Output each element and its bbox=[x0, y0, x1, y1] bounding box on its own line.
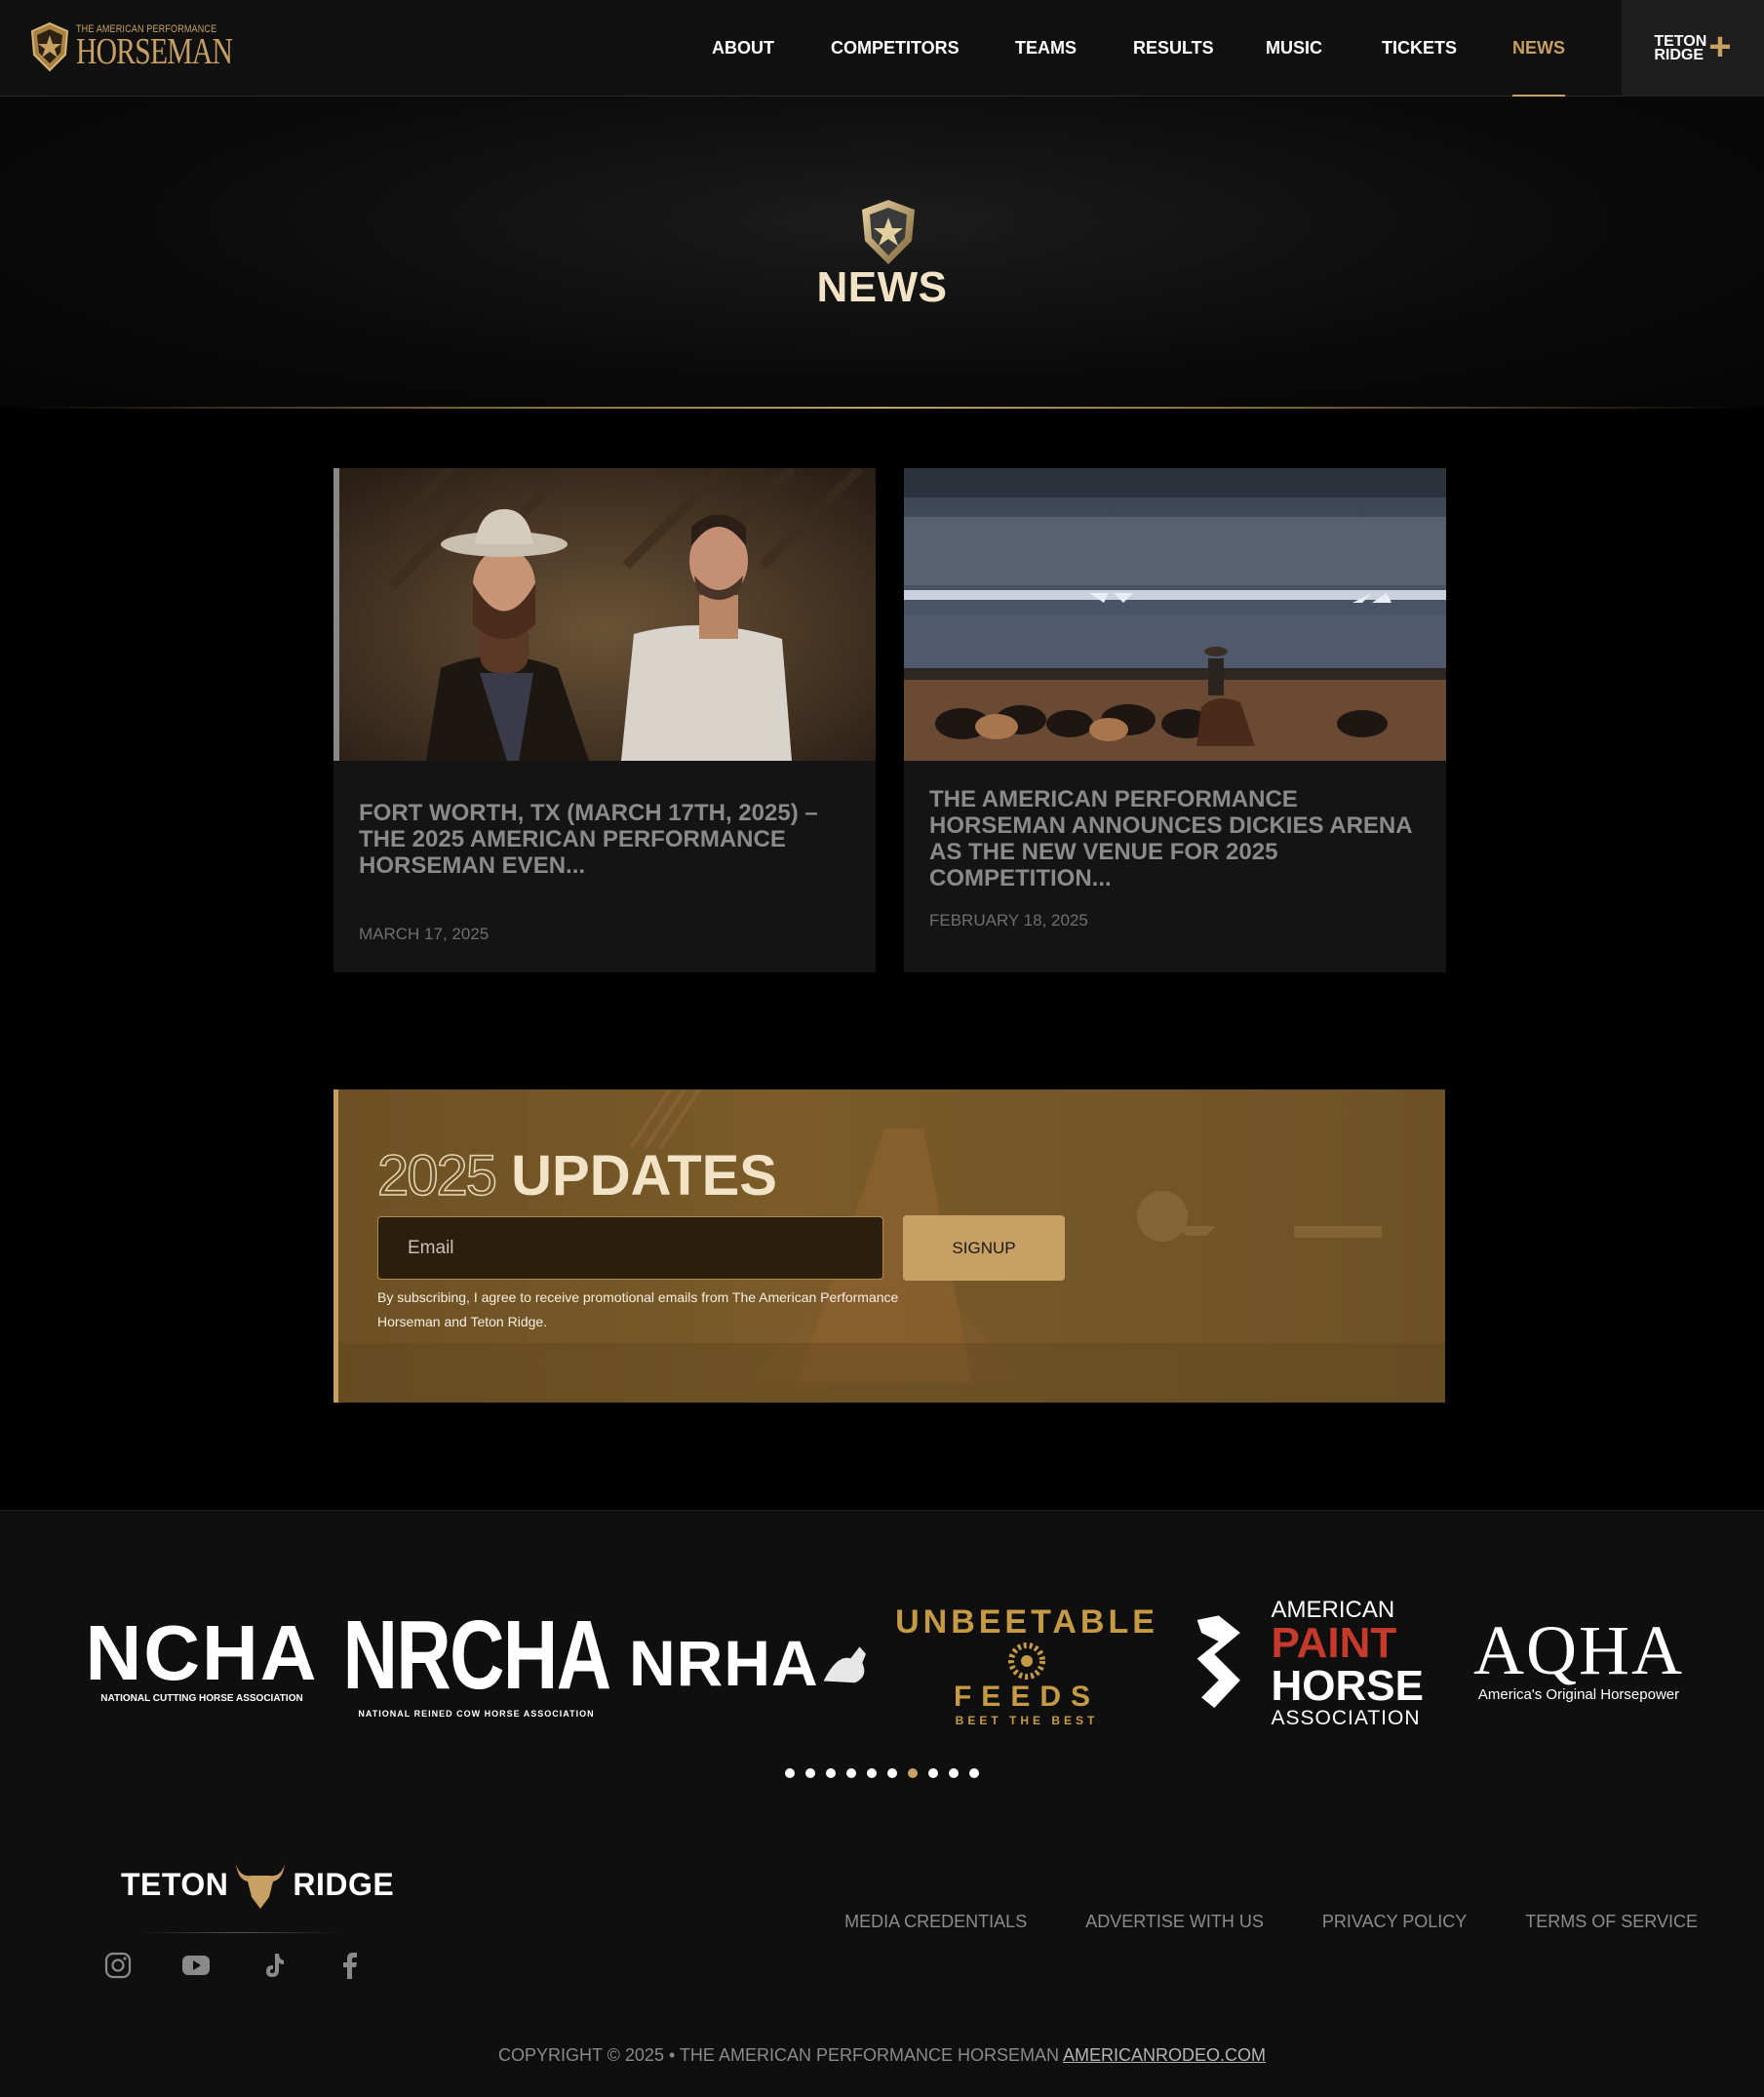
partner-logo-nrha[interactable]: NRHA bbox=[629, 1624, 873, 1702]
teton-ridge-plus-button[interactable]: TETON RIDGE + bbox=[1622, 0, 1764, 97]
copyright-link[interactable]: AMERICANRODEO.COM bbox=[1063, 2045, 1266, 2065]
news-card[interactable]: FORT WORTH, TX (MARCH 17TH, 2025) –THE 2… bbox=[333, 468, 876, 972]
partner-name: AQHA bbox=[1473, 1610, 1684, 1689]
carousel-dot[interactable] bbox=[867, 1768, 877, 1778]
nav-music[interactable]: MUSIC bbox=[1266, 0, 1322, 97]
instagram-icon[interactable] bbox=[103, 1951, 133, 1980]
partner-logo-apha[interactable]: AMERICAN PAINT HORSE ASSOCIATION bbox=[1180, 1596, 1424, 1729]
teton-plus-line2: RIDGE bbox=[1654, 46, 1705, 63]
carousel-dot-active[interactable] bbox=[908, 1768, 918, 1778]
news-card-image[interactable] bbox=[904, 468, 1446, 761]
apha-mark-icon bbox=[1196, 1615, 1240, 1708]
footer-logo-left: TETON bbox=[121, 1866, 229, 1902]
portrait-photo bbox=[333, 468, 876, 761]
top-nav: THE AMERICAN PERFORMANCE HORSEMAN ABOUT … bbox=[0, 0, 1764, 97]
news-card-title[interactable]: FORT WORTH, TX (MARCH 17TH, 2025) –THE 2… bbox=[359, 800, 856, 879]
nav-competitors[interactable]: COMPETITORS bbox=[831, 0, 960, 97]
site-logo[interactable]: THE AMERICAN PERFORMANCE HORSEMAN bbox=[29, 21, 276, 72]
partner-subtitle: ASSOCIATION bbox=[1271, 1706, 1421, 1729]
partner-subtitle: NATIONAL REINED COW HORSE ASSOCIATION bbox=[358, 1709, 595, 1719]
legal-disclaimer: By subscribing, I agree to receive promo… bbox=[377, 1289, 899, 1329]
news-card-title[interactable]: THE AMERICAN PERFORMANCE HORSEMAN ANNOUN… bbox=[929, 786, 1427, 891]
bull-skull-icon bbox=[236, 1864, 286, 1909]
nav-tickets[interactable]: TICKETS bbox=[1382, 0, 1457, 97]
nav-news[interactable]: NEWS bbox=[1512, 0, 1565, 97]
partner-line3: HORSE bbox=[1271, 1661, 1424, 1710]
newsletter-signup: 2025 UPDATES SIGNUP By subscribing, I ag… bbox=[333, 1089, 1445, 1403]
news-card-image[interactable] bbox=[333, 468, 876, 761]
partner-logo-nrcha[interactable]: NRCHA NATIONAL REINED COW HORSE ASSOCIAT… bbox=[343, 1596, 611, 1724]
teton-ridge-logo[interactable]: TETON RIDGE bbox=[121, 1858, 394, 1911]
email-field[interactable] bbox=[377, 1216, 883, 1280]
divider bbox=[137, 1932, 341, 1933]
partner-subtitle: NATIONAL CUTTING HORSE ASSOCIATION bbox=[100, 1692, 303, 1704]
partner-line2: FEEDS bbox=[953, 1681, 1101, 1713]
carousel-dot[interactable] bbox=[949, 1768, 959, 1778]
logo-wordmark: HORSEMAN bbox=[76, 30, 233, 72]
partner-subtitle: America's Original Horsepower bbox=[1477, 1685, 1680, 1703]
footer-logo-right: RIDGE bbox=[293, 1866, 395, 1902]
horse-rider-icon bbox=[823, 1646, 866, 1683]
tiktok-icon[interactable] bbox=[259, 1951, 289, 1980]
shield-star-icon bbox=[30, 21, 69, 72]
partner-logo-unbeetable-feeds[interactable]: UNBEETABLE FEEDS BEET THE BEST bbox=[895, 1600, 1155, 1731]
carousel-dot[interactable] bbox=[969, 1768, 979, 1778]
partner-line2: PAINT bbox=[1271, 1618, 1397, 1667]
partner-name: NRHA bbox=[629, 1627, 819, 1699]
updates-year: 2025 bbox=[376, 1144, 498, 1207]
youtube-icon[interactable] bbox=[181, 1951, 211, 1980]
carousel-dot[interactable] bbox=[887, 1768, 897, 1778]
carousel-dot[interactable] bbox=[846, 1768, 856, 1778]
copyright-text: COPYRIGHT © 2025 • THE AMERICAN PERFORMA… bbox=[497, 2045, 1059, 2065]
updates-word: UPDATES bbox=[511, 1144, 777, 1207]
divider bbox=[0, 407, 1764, 409]
footer-link-privacy[interactable]: PRIVACY POLICY bbox=[1322, 1912, 1467, 1932]
partner-name: NCHA bbox=[85, 1608, 319, 1696]
news-card[interactable]: THE AMERICAN PERFORMANCE HORSEMAN ANNOUN… bbox=[904, 468, 1446, 972]
carousel-pagination bbox=[0, 1768, 1764, 1778]
partner-name: UNBEETABLE bbox=[895, 1603, 1158, 1641]
news-card-date: MARCH 17, 2025 bbox=[359, 925, 490, 943]
shield-star-icon bbox=[862, 200, 915, 264]
sunflower-icon bbox=[1008, 1642, 1045, 1680]
facebook-icon[interactable] bbox=[335, 1951, 365, 1980]
nav-results[interactable]: RESULTS bbox=[1133, 0, 1214, 97]
copyright: COPYRIGHT © 2025 • THE AMERICAN PERFORMA… bbox=[0, 2045, 1764, 2066]
nav-about[interactable]: ABOUT bbox=[712, 0, 774, 97]
partner-name: NRCHA bbox=[342, 1601, 611, 1710]
updates-heading: 2025 UPDATES bbox=[376, 1147, 777, 1206]
carousel-dot[interactable] bbox=[805, 1768, 815, 1778]
nav-teams[interactable]: TEAMS bbox=[1015, 0, 1077, 97]
footer-nav: MEDIA CREDENTIALS ADVERTISE WITH US PRIV… bbox=[844, 1912, 1698, 1932]
plus-icon: + bbox=[1708, 24, 1732, 68]
carousel-dot[interactable] bbox=[826, 1768, 836, 1778]
partner-logo-ncha[interactable]: NCHA NATIONAL CUTTING HORSE ASSOCIATION bbox=[80, 1609, 324, 1707]
footer-link-media-credentials[interactable]: MEDIA CREDENTIALS bbox=[844, 1912, 1027, 1932]
partner-subtitle: BEET THE BEST bbox=[955, 1714, 1099, 1727]
partner-logo-aqha[interactable]: AQHA America's Original Horsepower bbox=[1467, 1609, 1691, 1707]
page-title: NEWS bbox=[816, 263, 948, 311]
partner-name: AMERICAN bbox=[1271, 1596, 1395, 1623]
carousel-dot[interactable] bbox=[785, 1768, 795, 1778]
carousel-dot[interactable] bbox=[928, 1768, 938, 1778]
news-card-date: FEBRUARY 18, 2025 bbox=[929, 911, 1088, 930]
signup-button[interactable]: SIGNUP bbox=[903, 1215, 1065, 1281]
footer-link-terms[interactable]: TERMS OF SERVICE bbox=[1525, 1912, 1698, 1932]
arena-photo bbox=[904, 468, 1446, 761]
footer-link-advertise[interactable]: ADVERTISE WITH US bbox=[1085, 1912, 1264, 1932]
